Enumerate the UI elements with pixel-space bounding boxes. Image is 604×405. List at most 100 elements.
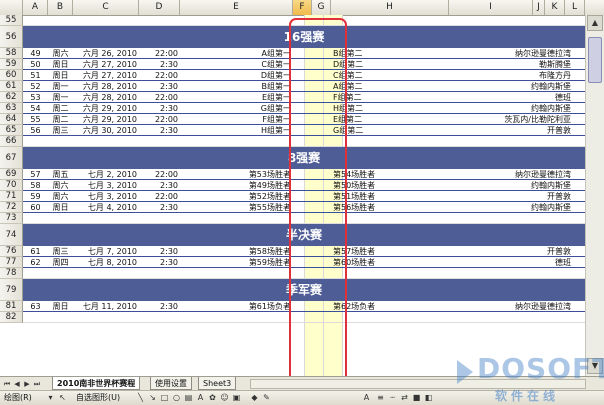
row-header[interactable]: 78 (0, 268, 23, 279)
date-cell[interactable]: 七月 11, 2010 (73, 301, 139, 312)
scroll-up-button[interactable]: ▲ (587, 15, 603, 31)
venue-cell[interactable]: 勒斯腾堡 (409, 59, 573, 70)
time-cell[interactable]: 22:00 (139, 114, 180, 125)
row-header[interactable]: 69 (0, 169, 23, 180)
column-header-c[interactable]: C (73, 0, 139, 15)
time-cell[interactable]: 22:00 (139, 191, 180, 202)
wordart-icon[interactable]: A (196, 393, 205, 402)
time-cell[interactable]: 22:00 (139, 48, 180, 59)
weekday-cell[interactable]: 周六 (48, 180, 73, 191)
date-cell[interactable]: 六月 27, 2010 (73, 70, 139, 81)
column-header-k[interactable]: K (545, 0, 565, 15)
autoshapes-button[interactable]: 自选图形(U) (76, 391, 120, 405)
date-cell[interactable]: 六月 29, 2010 (73, 114, 139, 125)
column-header-i[interactable]: I (449, 0, 533, 15)
column-header-a[interactable]: A (23, 0, 48, 15)
sheet-tab-sheet3[interactable]: Sheet3 (198, 377, 237, 390)
column-header-j[interactable]: J (533, 0, 545, 15)
time-cell[interactable]: 2:30 (139, 257, 180, 268)
row-header[interactable]: 62 (0, 92, 23, 103)
venue-cell[interactable]: 德班 (409, 92, 573, 103)
date-cell[interactable]: 七月 3, 2010 (73, 180, 139, 191)
venue-cell[interactable]: 开普敦 (409, 125, 573, 136)
home-team-cell[interactable]: B组第一 (180, 81, 293, 92)
row-header[interactable]: 65 (0, 125, 23, 136)
date-cell[interactable]: 七月 8, 2010 (73, 257, 139, 268)
date-cell[interactable]: 七月 2, 2010 (73, 169, 139, 180)
row-header[interactable]: 64 (0, 114, 23, 125)
venue-cell[interactable]: 茨瓦内/比勒陀利亚 (409, 114, 573, 125)
row-header[interactable]: 77 (0, 257, 23, 268)
venue-cell[interactable]: 纳尔逊曼德拉湾 (409, 169, 573, 180)
date-cell[interactable]: 七月 4, 2010 (73, 202, 139, 213)
home-team-cell[interactable]: 第52场胜者 (180, 191, 293, 202)
venue-cell[interactable]: 开普敦 (409, 246, 573, 257)
match-number-cell[interactable]: 49 (23, 48, 48, 59)
pointer-icon[interactable]: ↖ (58, 393, 67, 402)
time-cell[interactable]: 22:00 (139, 92, 180, 103)
shadow-style-icon[interactable]: ■ (412, 393, 421, 402)
match-number-cell[interactable]: 61 (23, 246, 48, 257)
picture-icon[interactable]: ▣ (232, 393, 241, 402)
match-number-cell[interactable]: 54 (23, 103, 48, 114)
weekday-cell[interactable]: 周日 (48, 70, 73, 81)
row-header[interactable]: 63 (0, 103, 23, 114)
home-team-cell[interactable]: G组第一 (180, 103, 293, 114)
match-number-cell[interactable]: 56 (23, 125, 48, 136)
prev-sheet-icon[interactable]: ◀ (12, 378, 22, 390)
venue-cell[interactable]: 约翰内斯堡 (409, 81, 573, 92)
home-team-cell[interactable]: 第55场胜者 (180, 202, 293, 213)
column-header-b[interactable]: B (48, 0, 73, 15)
weekday-cell[interactable]: 周三 (48, 246, 73, 257)
weekday-cell[interactable]: 周日 (48, 202, 73, 213)
line-color-icon[interactable]: ✎ (262, 393, 271, 402)
home-team-cell[interactable]: A组第一 (180, 48, 293, 59)
vertical-scrollbar[interactable]: ▲ ▼ (585, 15, 604, 376)
time-cell[interactable]: 2:30 (139, 59, 180, 70)
last-sheet-icon[interactable]: ⏭ (32, 378, 42, 390)
oval-tool-icon[interactable]: ○ (172, 393, 181, 402)
time-cell[interactable]: 2:30 (139, 301, 180, 312)
row-header[interactable]: 72 (0, 202, 23, 213)
row-header[interactable]: 55 (0, 15, 23, 26)
match-number-cell[interactable]: 55 (23, 114, 48, 125)
match-number-cell[interactable]: 63 (23, 301, 48, 312)
home-team-cell[interactable]: 第49场胜者 (180, 180, 293, 191)
clipart-icon[interactable]: ☺ (220, 393, 229, 402)
home-team-cell[interactable]: 第58场胜者 (180, 246, 293, 257)
row-header[interactable]: 67 (0, 147, 23, 169)
home-team-cell[interactable]: H组第一 (180, 125, 293, 136)
match-number-cell[interactable]: 57 (23, 169, 48, 180)
date-cell[interactable]: 七月 3, 2010 (73, 191, 139, 202)
row-header[interactable]: 61 (0, 81, 23, 92)
line-style-icon[interactable]: ≡ (376, 393, 385, 402)
row-header[interactable]: 58 (0, 48, 23, 59)
column-header-e[interactable]: E (180, 0, 293, 15)
select-all-corner[interactable] (0, 0, 23, 15)
font-color-icon[interactable]: A (362, 393, 371, 402)
row-header[interactable]: 81 (0, 301, 23, 312)
home-team-cell[interactable]: D组第一 (180, 70, 293, 81)
match-number-cell[interactable]: 59 (23, 191, 48, 202)
row-header[interactable]: 74 (0, 224, 23, 246)
venue-cell[interactable]: 约翰内斯堡 (409, 180, 573, 191)
home-team-cell[interactable]: 第53场胜者 (180, 169, 293, 180)
sheet-tab-schedule[interactable]: 2010南非世界杯赛程 (52, 377, 141, 390)
next-sheet-icon[interactable]: ▶ (22, 378, 32, 390)
venue-cell[interactable]: 约翰内斯堡 (409, 202, 573, 213)
home-team-cell[interactable]: E组第一 (180, 92, 293, 103)
match-number-cell[interactable]: 62 (23, 257, 48, 268)
row-header[interactable]: 56 (0, 26, 23, 48)
weekday-cell[interactable]: 周五 (48, 169, 73, 180)
date-cell[interactable]: 六月 29, 2010 (73, 103, 139, 114)
arrow-style-icon[interactable]: ⇄ (400, 393, 409, 402)
time-cell[interactable]: 2:30 (139, 81, 180, 92)
time-cell[interactable]: 2:30 (139, 103, 180, 114)
venue-cell[interactable]: 纳尔逊曼德拉湾 (409, 301, 573, 312)
3d-style-icon[interactable]: ◧ (424, 393, 433, 402)
time-cell[interactable]: 22:00 (139, 70, 180, 81)
home-team-cell[interactable]: 第61场负者 (180, 301, 293, 312)
time-cell[interactable]: 2:30 (139, 180, 180, 191)
date-cell[interactable]: 七月 7, 2010 (73, 246, 139, 257)
row-header[interactable]: 70 (0, 180, 23, 191)
